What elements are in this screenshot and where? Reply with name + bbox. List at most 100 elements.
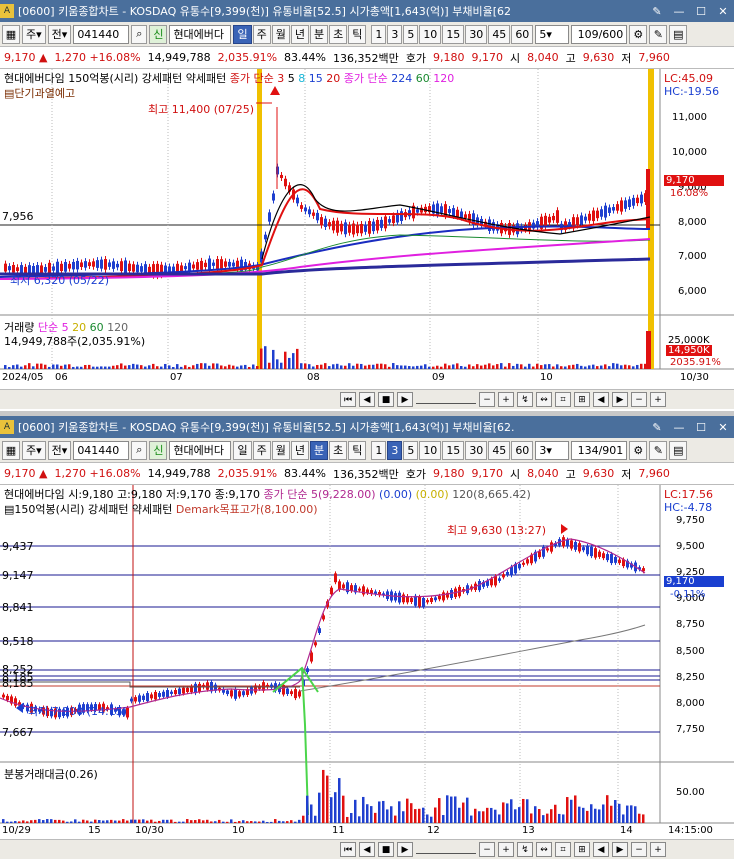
tool-icon[interactable]: ⌗ <box>555 842 571 857</box>
title-bar[interactable]: A [0600] 키움종합차트 - KOSDAQ 유통수[9,399(천)] 유… <box>0 416 734 438</box>
interval-tab[interactable]: 30 <box>465 24 488 44</box>
period-tab[interactable]: 틱 <box>348 440 367 460</box>
tool-icon[interactable]: ↯ <box>517 392 533 407</box>
period-tab[interactable]: 월 <box>271 24 290 44</box>
period-tab[interactable]: 년 <box>290 440 309 460</box>
scroll-left-icon[interactable]: ◀ <box>593 392 609 407</box>
prev-icon[interactable]: ◀ <box>359 842 375 857</box>
add-icon[interactable]: + <box>650 842 666 857</box>
tool-icon[interactable]: ↭ <box>536 842 552 857</box>
close-button[interactable]: ✕ <box>714 3 732 19</box>
prefix-select[interactable]: 전 ▾ <box>47 24 72 44</box>
zoom-slider[interactable] <box>416 846 476 854</box>
tool-icon[interactable]: ↭ <box>536 392 552 407</box>
search-icon[interactable]: ⌕ <box>131 24 148 44</box>
volume-bar <box>252 364 255 369</box>
search-icon[interactable]: ⌕ <box>131 440 148 460</box>
trade-amount-bar <box>570 799 573 823</box>
tool-icon[interactable]: ⌗ <box>555 392 571 407</box>
stop-icon[interactable]: ■ <box>378 842 394 857</box>
pin-icon[interactable]: ✎ <box>648 419 666 435</box>
chart-type-icon[interactable]: ▦ <box>2 24 20 44</box>
first-page-icon[interactable]: ⏮ <box>340 392 356 407</box>
tool-icon[interactable]: ⊞ <box>574 842 590 857</box>
period-tab[interactable]: 주 <box>252 24 271 44</box>
minimize-button[interactable]: — <box>670 3 688 19</box>
scroll-left-icon[interactable]: ◀ <box>593 842 609 857</box>
grid-icon[interactable]: ▤ <box>669 24 688 44</box>
interval-tab[interactable]: 3 <box>387 440 403 460</box>
stock-code-input[interactable]: 041440 <box>73 440 130 460</box>
scroll-right-icon[interactable]: ▶ <box>612 842 628 857</box>
volume-bar <box>260 348 263 369</box>
period-tab[interactable]: 년 <box>290 24 309 44</box>
edit-icon[interactable]: ✎ <box>649 24 668 44</box>
next-icon[interactable]: ▶ <box>397 842 413 857</box>
settings-icon[interactable]: ⚙ <box>629 24 648 44</box>
minimize-button[interactable]: — <box>670 419 688 435</box>
minute-chart-area[interactable]: 현대에버다임 시:9,180 고:9,180 저:9,170 종:9,170 종… <box>0 485 734 839</box>
maximize-button[interactable]: ☐ <box>692 3 710 19</box>
interval-tab[interactable]: 15 <box>442 24 465 44</box>
tool-icon[interactable]: ⊞ <box>574 392 590 407</box>
stop-icon[interactable]: ■ <box>378 392 394 407</box>
volume-bar <box>304 363 307 369</box>
interval-tab[interactable]: 45 <box>488 24 511 44</box>
stock-code-input[interactable]: 041440 <box>73 24 130 44</box>
title-bar[interactable]: A [0600] 키움종합차트 - KOSDAQ 유통수[9,399(천)] 유… <box>0 0 734 22</box>
zoom-out-icon[interactable]: − <box>479 842 495 857</box>
prefix-select[interactable]: 전 ▾ <box>47 440 72 460</box>
period-tab[interactable]: 주 <box>252 440 271 460</box>
chart-type-icon[interactable]: ▦ <box>2 440 20 460</box>
page-field[interactable]: 109/600 <box>571 24 628 44</box>
period-tab[interactable]: 일 <box>233 440 252 460</box>
pin-icon[interactable]: ✎ <box>648 3 666 19</box>
interval-tab[interactable]: 10 <box>419 440 442 460</box>
market-select[interactable]: 주 ▾ <box>22 440 46 460</box>
interval-tab[interactable]: 5 <box>403 24 419 44</box>
remove-icon[interactable]: − <box>631 842 647 857</box>
period-tab[interactable]: 초 <box>329 24 348 44</box>
maximize-button[interactable]: ☐ <box>692 419 710 435</box>
daily-chart-area[interactable]: 현대에버다임 150억봉(시리) 강세패턴 약세패턴 종가 단순 3 5 8 1… <box>0 69 734 389</box>
edit-icon[interactable]: ✎ <box>649 440 668 460</box>
next-icon[interactable]: ▶ <box>397 392 413 407</box>
zoom-in-icon[interactable]: + <box>498 392 514 407</box>
interval-tab[interactable]: 30 <box>465 440 488 460</box>
period-tab[interactable]: 일 <box>233 24 252 44</box>
period-tab[interactable]: 월 <box>271 440 290 460</box>
interval-tab[interactable]: 60 <box>511 24 534 44</box>
interval-tab[interactable]: 1 <box>371 440 387 460</box>
count-select[interactable]: 3 ▾ <box>535 440 570 460</box>
period-tab[interactable]: 초 <box>329 440 348 460</box>
count-select[interactable]: 5 ▾ <box>535 24 570 44</box>
interval-tab[interactable]: 5 <box>403 440 419 460</box>
zoom-slider[interactable] <box>416 396 476 404</box>
interval-tab[interactable]: 3 <box>387 24 403 44</box>
add-icon[interactable]: + <box>650 392 666 407</box>
minute-scrollbar[interactable]: ⏮ ◀ ■ ▶ − + ↯ ↭ ⌗ ⊞ ◀ ▶ − + <box>0 839 734 859</box>
trade-amount-bar <box>306 795 309 823</box>
scroll-right-icon[interactable]: ▶ <box>612 392 628 407</box>
interval-tab[interactable]: 60 <box>511 440 534 460</box>
period-tab[interactable]: 틱 <box>348 24 367 44</box>
period-tab[interactable]: 분 <box>309 440 329 460</box>
market-select[interactable]: 주 ▾ <box>22 24 46 44</box>
grid-icon[interactable]: ▤ <box>669 440 688 460</box>
minute-chart-svg[interactable] <box>0 485 734 839</box>
interval-tab[interactable]: 10 <box>419 24 442 44</box>
remove-icon[interactable]: − <box>631 392 647 407</box>
interval-tab[interactable]: 15 <box>442 440 465 460</box>
prev-icon[interactable]: ◀ <box>359 392 375 407</box>
daily-scrollbar[interactable]: ⏮ ◀ ■ ▶ − + ↯ ↭ ⌗ ⊞ ◀ ▶ − + <box>0 389 734 409</box>
page-field[interactable]: 134/901 <box>571 440 628 460</box>
settings-icon[interactable]: ⚙ <box>629 440 648 460</box>
close-button[interactable]: ✕ <box>714 419 732 435</box>
interval-tab[interactable]: 1 <box>371 24 387 44</box>
tool-icon[interactable]: ↯ <box>517 842 533 857</box>
period-tab[interactable]: 분 <box>309 24 329 44</box>
first-page-icon[interactable]: ⏮ <box>340 842 356 857</box>
zoom-in-icon[interactable]: + <box>498 842 514 857</box>
interval-tab[interactable]: 45 <box>488 440 511 460</box>
zoom-out-icon[interactable]: − <box>479 392 495 407</box>
